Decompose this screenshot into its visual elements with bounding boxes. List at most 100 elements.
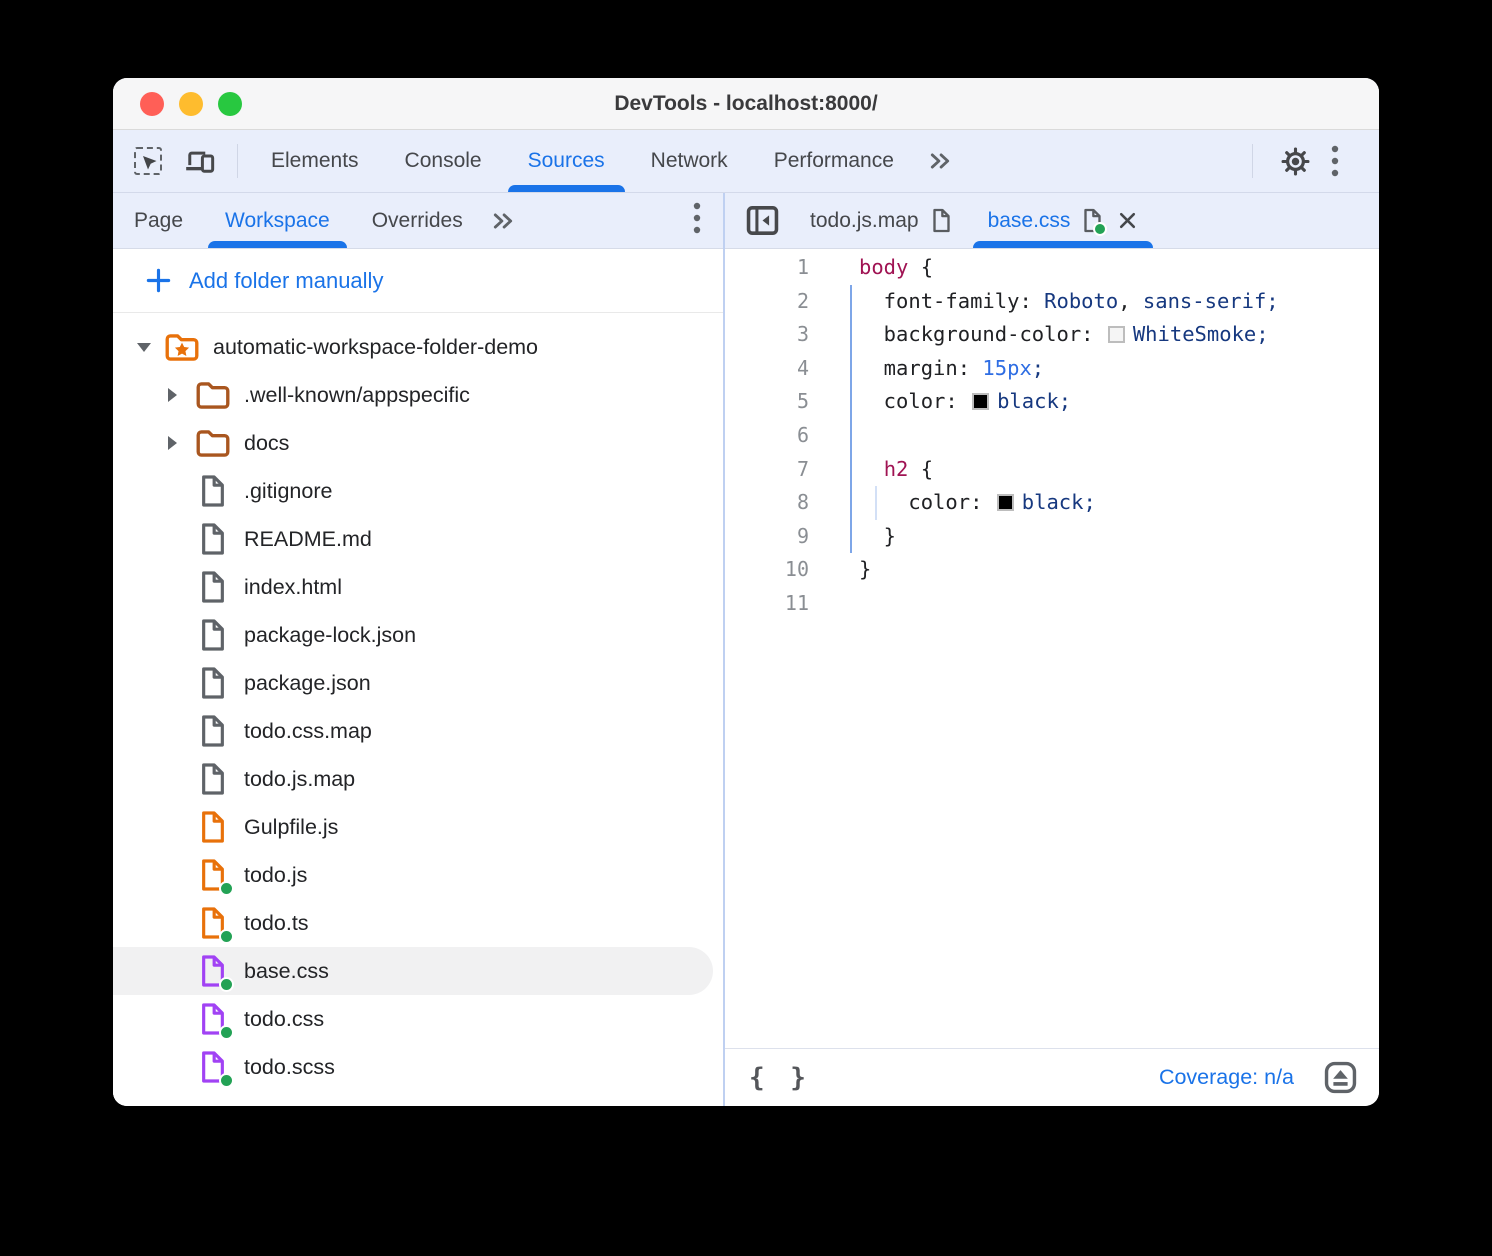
synced-dot-icon bbox=[1093, 222, 1107, 236]
tree-item-todo-ts[interactable]: todo.ts bbox=[113, 899, 723, 947]
color-swatch-icon[interactable] bbox=[997, 494, 1014, 511]
line-number: 3 bbox=[725, 318, 809, 352]
tree-item-todo-css[interactable]: todo.css bbox=[113, 995, 723, 1043]
color-swatch-icon[interactable] bbox=[972, 393, 989, 410]
tree-item-package-json[interactable]: package.json bbox=[113, 659, 723, 707]
panel-tab-elements[interactable]: Elements bbox=[248, 130, 382, 192]
line-number: 1 bbox=[725, 251, 809, 285]
device-toolbar-icon[interactable] bbox=[185, 148, 216, 175]
tree-item-base-css[interactable]: base.css bbox=[113, 947, 713, 995]
code-line[interactable]: 4 margin: 15px; bbox=[725, 352, 1379, 386]
more-panels-chevron-icon[interactable] bbox=[923, 150, 957, 172]
tree-item-docs[interactable]: docs bbox=[113, 419, 723, 467]
add-folder-button[interactable]: Add folder manually bbox=[113, 249, 723, 313]
file-icon bbox=[195, 952, 231, 990]
code-line[interactable]: 7 h2 { bbox=[725, 453, 1379, 487]
active-tab-underline bbox=[508, 185, 625, 192]
tree-item-label: todo.css bbox=[244, 1007, 324, 1032]
folder-icon bbox=[195, 424, 231, 462]
code-line[interactable]: 3 background-color: WhiteSmoke; bbox=[725, 318, 1379, 352]
code-editor[interactable]: 1body {2 font-family: Roboto, sans-serif… bbox=[725, 249, 1379, 1048]
panel-tab-sources[interactable]: Sources bbox=[505, 130, 628, 192]
sidebar-tab-strip: PageWorkspaceOverrides bbox=[113, 193, 723, 249]
code-line[interactable]: 8 color: black; bbox=[725, 486, 1379, 520]
coverage-link[interactable]: Coverage: n/a bbox=[1159, 1065, 1294, 1090]
collapse-sidebar-icon[interactable] bbox=[746, 205, 779, 236]
sidebar-tab-overrides[interactable]: Overrides bbox=[351, 193, 484, 248]
tree-item-todo-js-map[interactable]: todo.js.map bbox=[113, 755, 723, 803]
tree-item-todo-js[interactable]: todo.js bbox=[113, 851, 723, 899]
collapse-arrow-icon[interactable] bbox=[168, 436, 177, 450]
tree-item-label: base.css bbox=[244, 959, 329, 984]
tree-item--well-known-appspecific[interactable]: .well-known/appspecific bbox=[113, 371, 723, 419]
tree-item-package-lock-json[interactable]: package-lock.json bbox=[113, 611, 723, 659]
synced-dot-icon bbox=[219, 977, 234, 992]
tree-item-automatic-workspace-folder-demo[interactable]: automatic-workspace-folder-demo bbox=[113, 323, 723, 371]
tree-item-label: automatic-workspace-folder-demo bbox=[213, 335, 538, 360]
tree-item-label: todo.scss bbox=[244, 1055, 335, 1080]
expand-arrow-icon[interactable] bbox=[137, 343, 151, 352]
tree-item-readme-md[interactable]: README.md bbox=[113, 515, 723, 563]
kebab-menu-icon[interactable] bbox=[1315, 141, 1355, 181]
code-line[interactable]: 9 } bbox=[725, 520, 1379, 554]
main-tab-strip: ElementsConsoleSourcesNetworkPerformance bbox=[248, 130, 917, 192]
editor-panel: todo.js.map base.css 1body {2 font-famil… bbox=[725, 193, 1379, 1106]
folder-icon bbox=[195, 376, 231, 414]
panel-tab-console[interactable]: Console bbox=[382, 130, 505, 192]
code-line[interactable]: 10} bbox=[725, 553, 1379, 587]
tree-item-index-html[interactable]: index.html bbox=[113, 563, 723, 611]
sidebar-tab-page[interactable]: Page bbox=[113, 193, 204, 248]
tree-item-gulpfile-js[interactable]: Gulpfile.js bbox=[113, 803, 723, 851]
editor-tab-base-css[interactable]: base.css bbox=[970, 193, 1157, 248]
title-bar: DevTools - localhost:8000/ bbox=[113, 78, 1379, 130]
tree-item-label: README.md bbox=[244, 527, 372, 552]
plus-icon bbox=[145, 267, 172, 294]
tree-item-label: .well-known/appspecific bbox=[244, 383, 470, 408]
synced-dot-icon bbox=[219, 929, 234, 944]
tree-item-label: todo.ts bbox=[244, 911, 309, 936]
file-icon bbox=[195, 904, 231, 942]
panel-tab-performance[interactable]: Performance bbox=[751, 130, 917, 192]
code-line[interactable]: 2 font-family: Roboto, sans-serif; bbox=[725, 285, 1379, 319]
tree-item-label: .gitignore bbox=[244, 479, 332, 504]
toolbar-divider bbox=[237, 144, 238, 178]
devtools-content: PageWorkspaceOverrides Add folder manual… bbox=[113, 193, 1379, 1106]
file-icon bbox=[195, 760, 231, 798]
sidebar-kebab-menu-icon[interactable] bbox=[693, 202, 701, 239]
inspect-element-icon[interactable] bbox=[134, 147, 162, 175]
tree-item-todo-css-map[interactable]: todo.css.map bbox=[113, 707, 723, 755]
code-line[interactable]: 6 bbox=[725, 419, 1379, 453]
code-line[interactable]: 5 color: black; bbox=[725, 385, 1379, 419]
line-number: 2 bbox=[725, 285, 809, 319]
color-swatch-icon[interactable] bbox=[1108, 326, 1125, 343]
line-number: 4 bbox=[725, 352, 809, 386]
settings-gear-icon[interactable] bbox=[1275, 141, 1315, 181]
code-line[interactable]: 1body { bbox=[725, 251, 1379, 285]
editor-status-bar: { } Coverage: n/a bbox=[725, 1048, 1379, 1106]
file-icon bbox=[195, 856, 231, 894]
line-number: 11 bbox=[725, 587, 809, 621]
synced-dot-icon bbox=[219, 1073, 234, 1088]
panel-tab-network[interactable]: Network bbox=[628, 130, 751, 192]
code-line[interactable]: 11 bbox=[725, 587, 1379, 621]
editor-tab-strip: todo.js.map base.css bbox=[725, 193, 1379, 249]
sidebar-more-tabs-chevron-icon[interactable] bbox=[486, 210, 520, 232]
active-tab-underline bbox=[208, 241, 347, 248]
close-tab-icon[interactable] bbox=[1117, 210, 1138, 231]
tree-item-todo-scss[interactable]: todo.scss bbox=[113, 1043, 723, 1091]
pretty-print-icon[interactable]: { } bbox=[749, 1063, 811, 1093]
file-icon bbox=[195, 1048, 231, 1086]
workspace-folder-icon bbox=[164, 328, 200, 366]
file-icon bbox=[1082, 208, 1103, 233]
sidebar-tab-workspace[interactable]: Workspace bbox=[204, 193, 351, 248]
toolbar-right-divider bbox=[1252, 144, 1253, 178]
synced-dot-icon bbox=[219, 881, 234, 896]
editor-tab-label: todo.js.map bbox=[810, 209, 919, 233]
tree-item--gitignore[interactable]: .gitignore bbox=[113, 467, 723, 515]
eject-panel-icon[interactable] bbox=[1324, 1061, 1357, 1094]
tree-item-label: todo.js.map bbox=[244, 767, 355, 792]
collapse-arrow-icon[interactable] bbox=[168, 388, 177, 402]
line-number: 10 bbox=[725, 553, 809, 587]
file-icon bbox=[195, 568, 231, 606]
editor-tab-todo-js-map[interactable]: todo.js.map bbox=[792, 193, 970, 248]
